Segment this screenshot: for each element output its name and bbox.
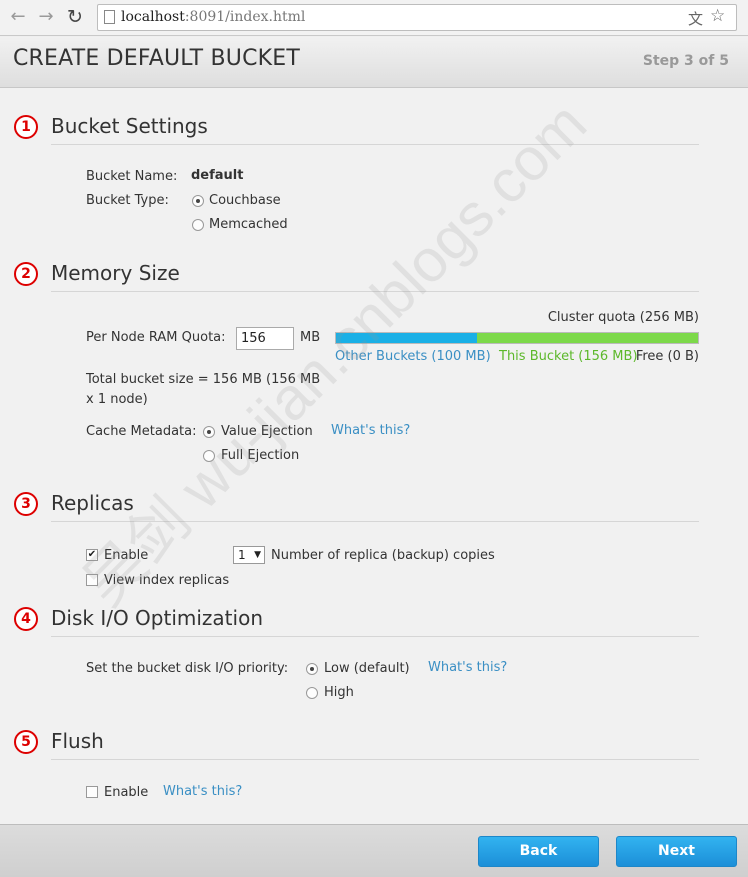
radio-memcached[interactable] (192, 219, 204, 231)
view-index-replicas-checkbox[interactable] (86, 574, 98, 586)
radio-high[interactable] (306, 687, 318, 699)
whats-this-link-flush[interactable]: What's this? (163, 784, 242, 799)
whats-this-link-cache[interactable]: What's this? (331, 423, 410, 438)
view-index-replicas-label[interactable]: View index replicas (104, 573, 229, 588)
bar-segment-other-buckets (336, 333, 477, 343)
section-divider (51, 759, 699, 760)
bucket-type-label: Bucket Type: (86, 193, 169, 208)
section-divider (51, 636, 699, 637)
back-arrow-icon[interactable]: ← (7, 6, 29, 28)
radio-low-default-label[interactable]: Low (default) (324, 661, 410, 676)
disk-priority-label: Set the bucket disk I/O priority: (86, 661, 289, 676)
memory-usage-bar (335, 332, 699, 344)
free-legend: Free (0 B) (635, 349, 699, 364)
bucket-name-value: default (191, 168, 244, 183)
section-number-badge: 3 (14, 492, 38, 516)
section-divider (51, 521, 699, 522)
browser-toolbar: ← → ↻ localhost:8091/index.html 文 ☆ (0, 0, 748, 36)
radio-low-default[interactable] (306, 663, 318, 675)
step-indicator: Step 3 of 5 (642, 53, 729, 69)
bar-segment-this-bucket (477, 333, 698, 343)
radio-couchbase[interactable] (192, 195, 204, 207)
replicas-enable-checkbox[interactable]: ✔ (86, 549, 98, 561)
total-bucket-size: Total bucket size = 156 MB (156 MB (86, 372, 321, 387)
wizard-footer: Back Next (0, 824, 748, 877)
radio-full-ejection-label[interactable]: Full Ejection (221, 448, 299, 463)
next-button[interactable]: Next (616, 836, 737, 867)
section-divider (51, 144, 699, 145)
chevron-down-icon: ▼ (254, 550, 261, 560)
ram-quota-unit: MB (300, 330, 321, 345)
section-divider (51, 291, 699, 292)
radio-high-label[interactable]: High (324, 685, 354, 700)
back-button[interactable]: Back (478, 836, 599, 867)
other-buckets-legend: Other Buckets (100 MB) (335, 349, 491, 364)
star-icon[interactable]: ☆ (710, 6, 725, 26)
flush-enable-checkbox[interactable] (86, 786, 98, 798)
page-title: CREATE DEFAULT BUCKET (13, 46, 301, 71)
ram-quota-input[interactable] (236, 327, 294, 350)
replica-count-select[interactable]: 1 ▼ (233, 546, 265, 564)
flush-enable-label[interactable]: Enable (104, 785, 148, 800)
radio-full-ejection[interactable] (203, 450, 215, 462)
address-bar[interactable]: localhost:8091/index.html 文 ☆ (97, 4, 737, 31)
reload-icon[interactable]: ↻ (64, 6, 86, 28)
url-text: localhost:8091/index.html (121, 9, 306, 25)
section-title-bucket-settings: Bucket Settings (51, 114, 208, 138)
translate-icon[interactable]: 文 (688, 8, 703, 29)
bucket-name-label: Bucket Name: (86, 169, 178, 184)
radio-value-ejection-label[interactable]: Value Ejection (221, 424, 313, 439)
replicas-enable-label[interactable]: Enable (104, 548, 148, 563)
total-bucket-size-cont: x 1 node) (86, 392, 148, 407)
cluster-quota-label: Cluster quota (256 MB) (547, 310, 699, 325)
radio-memcached-label[interactable]: Memcached (209, 217, 288, 232)
section-number-badge: 1 (14, 115, 38, 139)
wizard-content: 1 Bucket Settings Bucket Name: default B… (0, 88, 748, 824)
radio-value-ejection[interactable] (203, 426, 215, 438)
section-title-replicas: Replicas (51, 491, 134, 515)
radio-couchbase-label[interactable]: Couchbase (209, 193, 281, 208)
section-number-badge: 2 (14, 262, 38, 286)
section-title-flush: Flush (51, 729, 104, 753)
forward-arrow-icon[interactable]: → (35, 6, 57, 28)
this-bucket-legend: This Bucket (156 MB) (499, 349, 638, 364)
ram-quota-label: Per Node RAM Quota: (86, 330, 226, 345)
whats-this-link-disk[interactable]: What's this? (428, 660, 507, 675)
section-title-memory-size: Memory Size (51, 261, 180, 285)
section-title-disk-io: Disk I/O Optimization (51, 606, 263, 630)
replica-count-value: 1 (238, 548, 246, 562)
section-number-badge: 5 (14, 730, 38, 754)
cache-metadata-label: Cache Metadata: (86, 424, 197, 439)
wizard-header: CREATE DEFAULT BUCKET Step 3 of 5 (0, 37, 748, 88)
page-icon (104, 10, 115, 24)
section-number-badge: 4 (14, 607, 38, 631)
replica-count-label: Number of replica (backup) copies (271, 548, 495, 563)
